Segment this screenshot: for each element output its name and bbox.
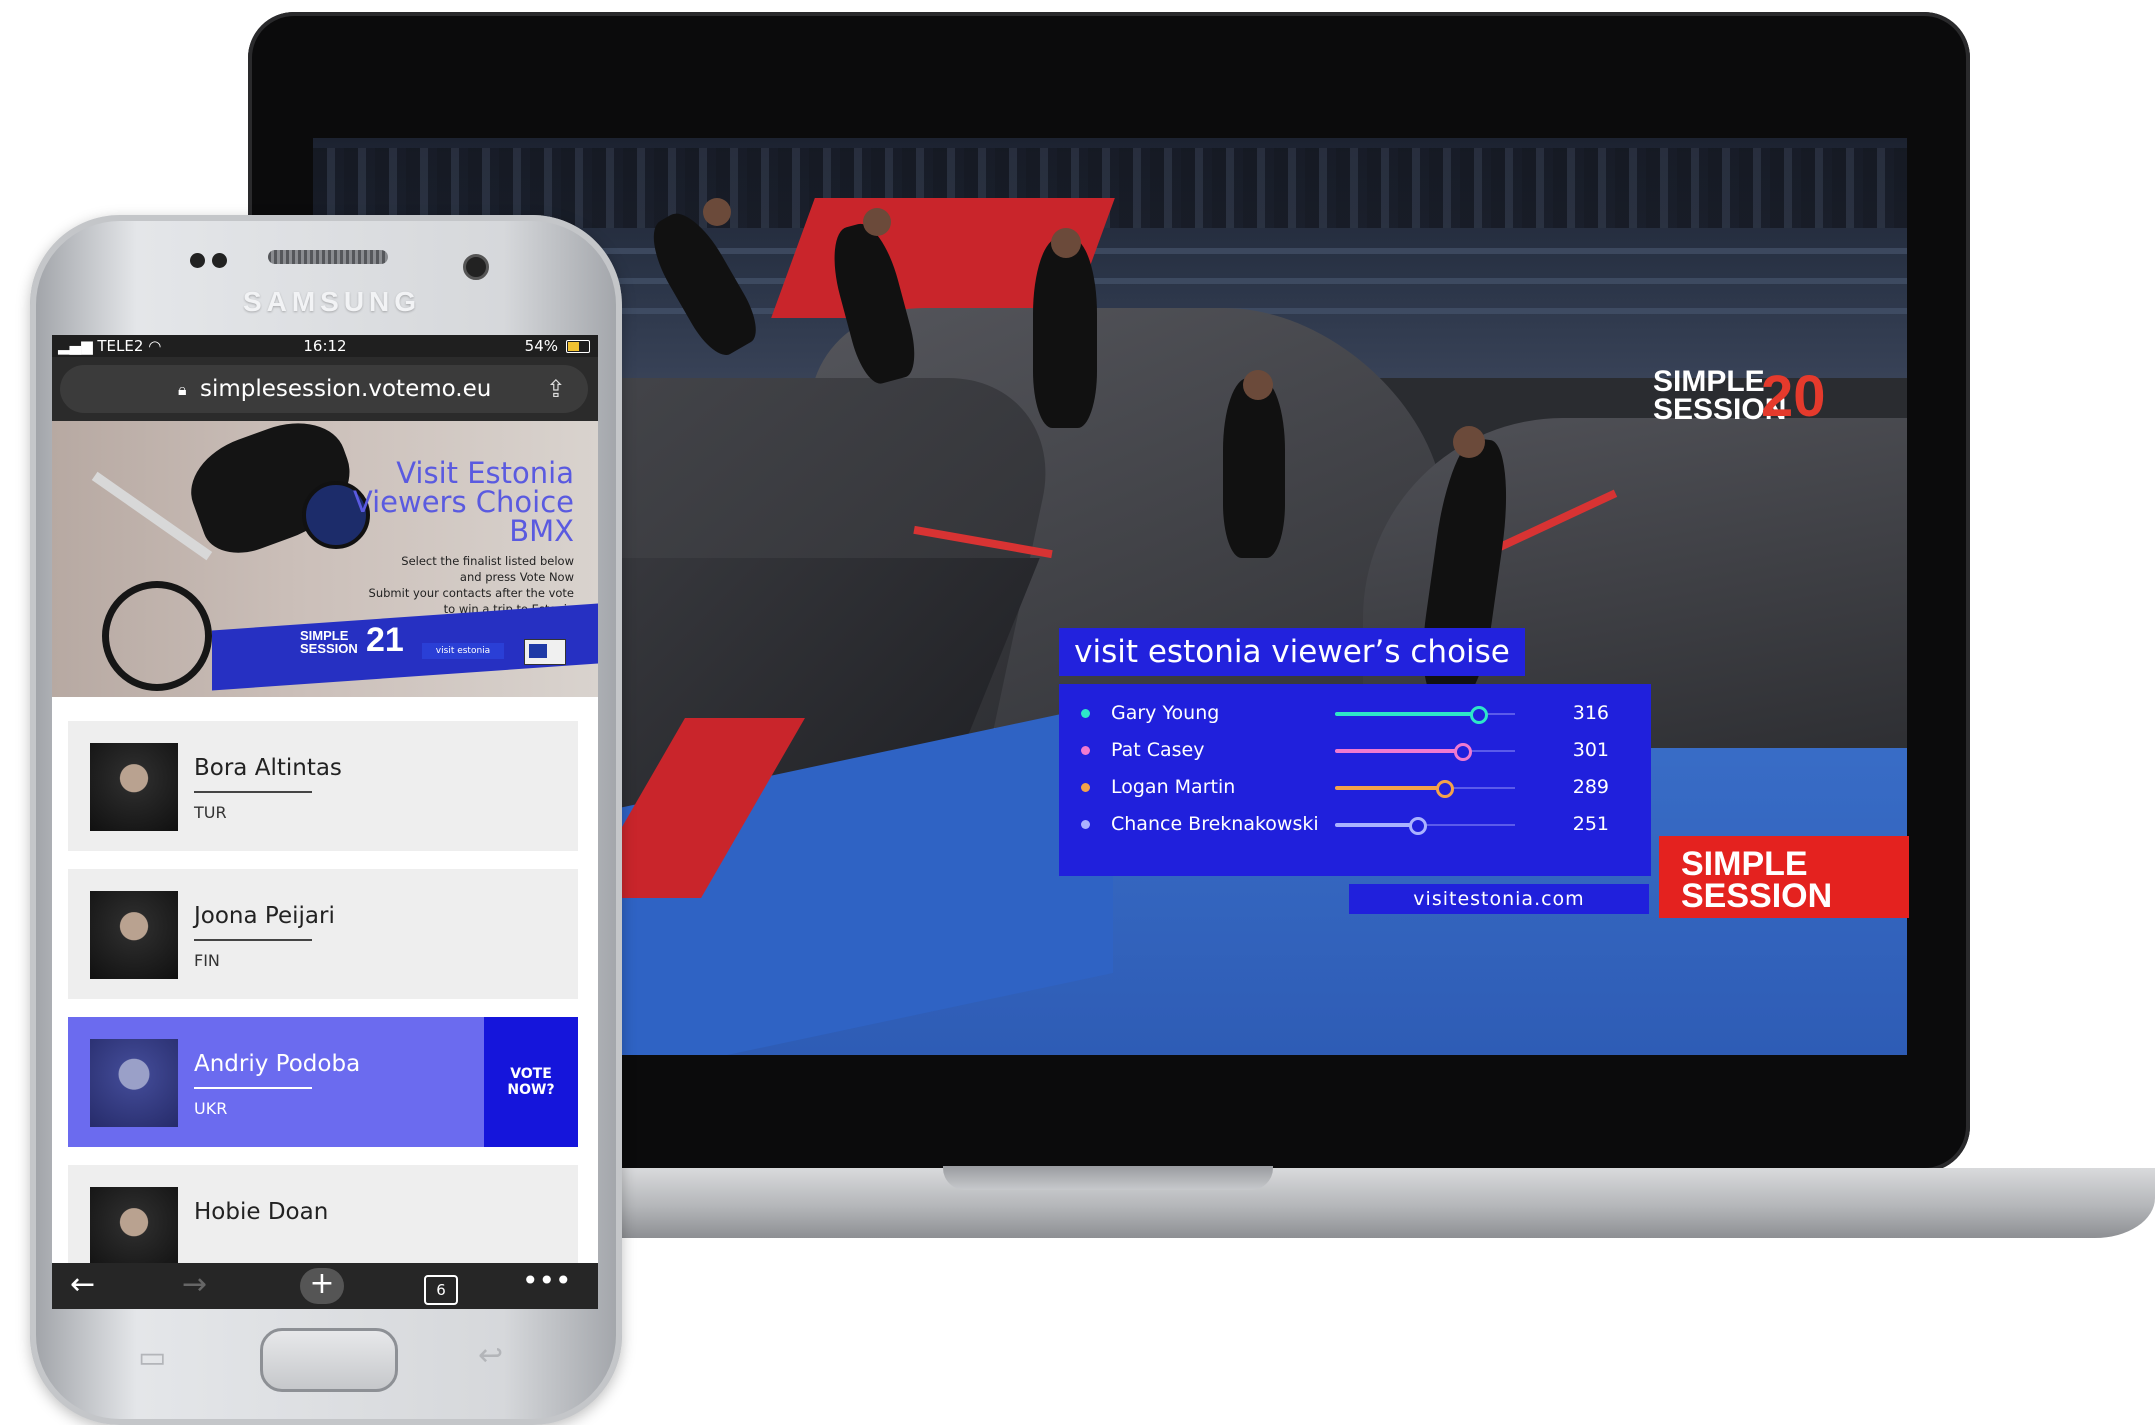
phone-screen: ▂▄▆ TELE2 ◠ 16:12 54% 🔒︎ simplesession.v… [52,335,598,1309]
battery-icon [566,340,590,353]
back-key-icon[interactable]: ↩ [478,1338,503,1373]
result-bar-knob [1470,706,1489,724]
address-bar[interactable]: 🔒︎ simplesession.votemo.eu ⇪ [60,365,588,413]
result-row: Logan Martin 289 [1059,770,1651,806]
front-camera [463,254,489,280]
result-bar-fill [1335,712,1478,716]
home-button[interactable] [260,1328,398,1392]
vote-now-button[interactable]: VOTE NOW? [484,1017,578,1147]
name-underline [194,939,312,941]
rider-list: Bora Altintas TUR Joona Peijari FIN Andriy P… [52,697,598,1295]
rider-country: UKR [194,1099,228,1118]
results-panel: Gary Young 316 Pat Casey 301 Logan Martin 289… [1059,684,1651,876]
share-icon[interactable]: ⇪ [546,365,566,413]
visit-estonia-badge: visit estonia [422,643,504,659]
phone-sensor [212,253,227,268]
result-name: Pat Casey [1111,739,1205,761]
rider-card[interactable]: Joona Peijari FIN [68,869,578,999]
result-name: Logan Martin [1111,776,1236,798]
lock-icon: 🔒︎ [178,380,187,399]
banner-title-line: Viewers Choice [352,485,574,519]
phone-earpiece [268,250,388,264]
result-bar-fill [1335,786,1443,790]
rider-country: FIN [194,951,220,970]
result-votes: 316 [1572,702,1609,724]
result-bar-knob [1436,780,1454,798]
promo-banner: Visit Estonia Viewers Choice BMX Select … [52,406,598,697]
rider-name: Joona Peijari [194,903,335,929]
rider-name: Bora Altintas [194,755,342,781]
event-logo-text: SIMPLE SESSION [300,628,358,656]
new-tab-icon[interactable]: + [300,1268,344,1304]
series-dot [1081,820,1090,829]
series-dot [1081,709,1090,718]
result-bar-track [1335,743,1515,761]
rider-avatar [90,1187,178,1275]
clock: 16:12 [303,337,347,355]
name-underline [194,791,312,793]
event-logo-number: 21 [366,621,404,659]
browser-header: 🔒︎ simplesession.votemo.eu ⇪ [52,357,598,421]
battery-percent: 54% [524,337,558,355]
result-bar-knob [1454,743,1472,761]
result-row: Gary Young 316 [1059,696,1651,732]
rider-card[interactable]: Andriy Podoba UKR VOTE NOW? [68,1017,578,1147]
rider-name: Hobie Doan [194,1199,329,1225]
result-bar-fill [1335,823,1416,827]
overlay-url[interactable]: visitestonia.com [1349,884,1649,914]
overlay-title: visit estonia viewer’s choise [1059,628,1525,676]
series-dot [1081,783,1090,792]
result-votes: 301 [1572,739,1609,761]
result-bar-track [1335,817,1515,835]
rider-avatar [90,1039,178,1127]
result-bar-track [1335,706,1515,724]
banner-title: Visit Estonia Viewers Choice BMX [353,459,574,546]
rider-country: TUR [194,803,227,822]
rider-card[interactable]: Bora Altintas TUR [68,721,578,851]
back-icon[interactable]: ← [70,1269,95,1301]
status-bar: ▂▄▆ TELE2 ◠ 16:12 54% [52,335,598,357]
result-name: Gary Young [1111,702,1220,724]
bmx-wheel [102,581,212,691]
name-underline [194,1087,312,1089]
banner-title-line: BMX [509,514,574,548]
result-bar-fill [1335,749,1461,753]
url-text: simplesession.votemo.eu [200,376,492,402]
result-votes: 289 [1572,776,1609,798]
result-bar-knob [1409,817,1427,835]
browser-toolbar: ← → + 6 ••• [52,1263,598,1309]
laptop-notch [943,1166,1273,1190]
recent-apps-icon[interactable]: ▭ [138,1340,166,1375]
result-row: Pat Casey 301 [1059,733,1651,769]
result-bar-track [1335,780,1515,798]
tab-count-button[interactable]: 6 [424,1275,458,1305]
laptop-base [560,1168,2155,1238]
forward-icon[interactable]: → [182,1269,207,1301]
series-dot [1081,746,1090,755]
result-name: Chance Breknakowski [1111,813,1319,835]
simple-session-logo: SIMPLE SESSION [1659,836,1909,918]
banner-title-line: Visit Estonia [396,456,574,490]
result-row: Chance Breknakowski 251 [1059,807,1651,843]
eu-flag-icon [524,639,566,665]
rider-name: Andriy Podoba [194,1051,361,1077]
phone-brand: SAMSUNG [242,286,422,317]
result-votes: 251 [1572,813,1609,835]
rider-avatar [90,743,178,831]
simple-session-21-logo: SIMPLE SESSION 21 [300,623,404,657]
more-menu-icon[interactable]: ••• [522,1265,572,1297]
phone-sensor [190,253,205,268]
rider-avatar [90,891,178,979]
